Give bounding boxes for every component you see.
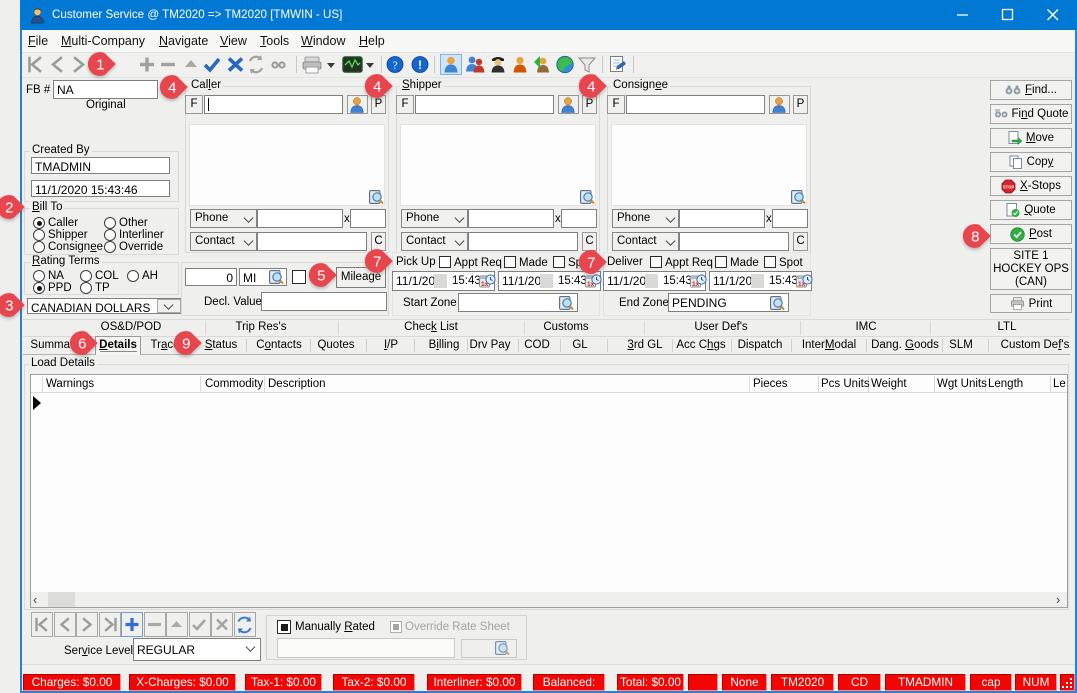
svg-text:9: 9	[182, 335, 190, 352]
svg-text:!: !	[418, 58, 422, 72]
svg-text:5: 5	[317, 267, 325, 284]
svg-text:1: 1	[96, 56, 104, 73]
svg-text:4: 4	[168, 79, 176, 96]
svg-text:6: 6	[78, 335, 86, 352]
svg-text:7: 7	[587, 254, 595, 271]
svg-text:STOP: STOP	[1003, 184, 1015, 189]
svg-text:?: ?	[392, 60, 397, 72]
svg-text:4: 4	[587, 78, 595, 95]
svg-text:3: 3	[5, 297, 13, 314]
svg-text:2: 2	[5, 199, 13, 216]
svg-text:4: 4	[373, 78, 381, 95]
svg-text:8: 8	[971, 228, 979, 245]
svg-text:7: 7	[373, 253, 381, 270]
